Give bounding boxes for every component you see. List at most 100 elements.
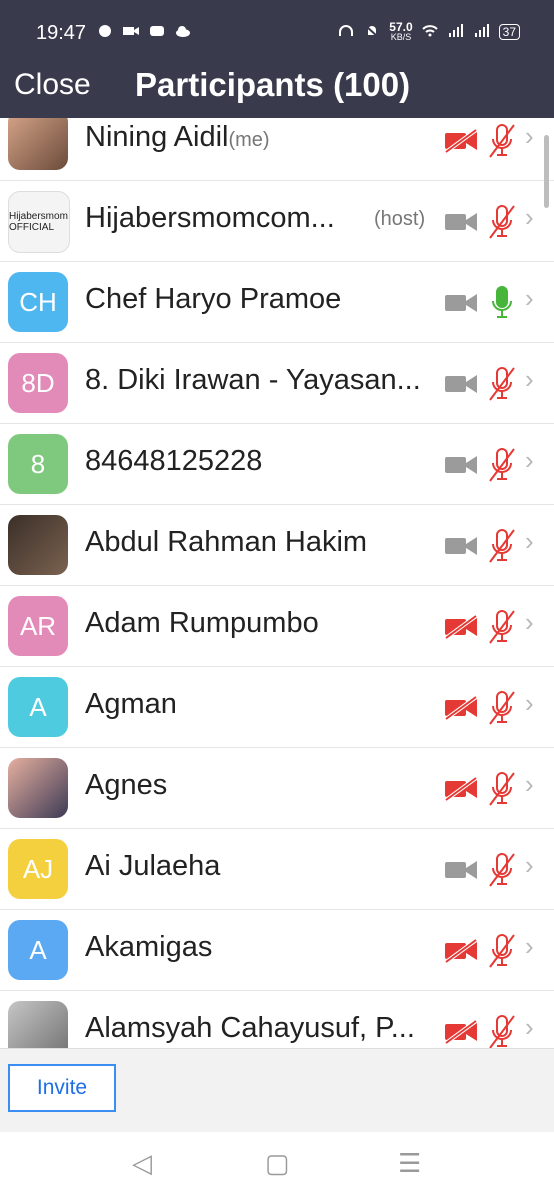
mute-bell-icon — [363, 24, 381, 41]
mic-muted-icon — [488, 528, 516, 569]
participant-row[interactable]: AJ Ai Julaeha › — [0, 828, 554, 910]
participant-row[interactable]: AR Adam Rumpumbo › — [0, 585, 554, 667]
chevron-right-icon[interactable]: › — [525, 931, 534, 962]
headphones-icon — [337, 24, 355, 41]
video-off-icon — [444, 614, 478, 644]
chevron-right-icon[interactable]: › — [525, 850, 534, 881]
avatar-photo — [8, 118, 68, 170]
video-on-icon — [444, 210, 478, 239]
avatar-initials: AJ — [8, 839, 68, 899]
participant-row[interactable]: CH Chef Haryo Pramoe › — [0, 261, 554, 343]
status-time: 19:47 — [36, 22, 87, 44]
media-status — [444, 447, 516, 488]
participant-name: 84648125228 — [85, 445, 262, 478]
chevron-right-icon[interactable]: › — [525, 445, 534, 476]
chevron-right-icon[interactable]: › — [525, 1012, 534, 1043]
avatar-photo — [8, 758, 68, 818]
menu-nav-icon[interactable]: ☰ — [398, 1148, 421, 1179]
chevron-right-icon[interactable]: › — [525, 121, 534, 152]
participant-name-text: Akamigas — [85, 931, 213, 963]
participant-row[interactable]: Hijabersmom OFFICIAL Hijabersmomcom... (ho… — [0, 180, 554, 262]
avatar-initials: CH — [8, 272, 68, 332]
home-nav-icon[interactable]: ▢ — [265, 1148, 290, 1179]
participant-name: Adam Rumpumbo — [85, 607, 319, 640]
avatar-logo: Hijabersmom OFFICIAL — [8, 191, 70, 253]
speed-value: 57.0 — [389, 20, 413, 34]
bottom-bar: Invite — [0, 1048, 554, 1133]
messenger-icon — [148, 24, 166, 43]
mic-muted-icon — [488, 447, 516, 488]
signal-icon-2 — [473, 23, 491, 41]
navigation-bar: ◁ ▢ ☰ — [0, 1132, 554, 1200]
video-off-icon — [444, 938, 478, 968]
participant-row[interactable]: A Agman › — [0, 666, 554, 748]
video-off-icon — [444, 1019, 478, 1048]
video-icon — [122, 24, 140, 43]
mic-muted-icon — [488, 933, 516, 974]
video-on-icon — [444, 291, 478, 320]
signal-icon — [447, 23, 465, 41]
participant-row[interactable]: Agnes › — [0, 747, 554, 829]
participant-name-text: Agman — [85, 688, 177, 720]
mic-muted-icon — [488, 366, 516, 407]
mic-muted-icon — [488, 852, 516, 893]
cloud-icon — [174, 24, 192, 43]
avatar-initials: 8D — [8, 353, 68, 413]
participant-row[interactable]: A Akamigas › — [0, 909, 554, 991]
avatar-photo — [8, 515, 68, 575]
wifi-icon — [421, 24, 439, 41]
participant-row[interactable]: 8 84648125228 › — [0, 423, 554, 505]
participant-name: Agnes — [85, 769, 167, 802]
chevron-right-icon[interactable]: › — [525, 364, 534, 395]
chevron-right-icon[interactable]: › — [525, 688, 534, 719]
participant-row[interactable]: 8D 8. Diki Irawan - Yayasan... › — [0, 342, 554, 424]
media-status — [444, 771, 516, 812]
participant-name-text: Adam Rumpumbo — [85, 607, 319, 639]
participant-row[interactable]: Nining Aidil(me) › — [0, 118, 554, 181]
media-status — [444, 123, 516, 164]
media-status — [444, 852, 516, 893]
battery-icon: 37 — [498, 24, 520, 40]
video-off-icon — [444, 776, 478, 806]
video-on-icon — [444, 453, 478, 482]
header: Close Participants (100) — [0, 66, 554, 118]
participant-name: Alamsyah Cahayusuf, P... — [85, 1012, 415, 1045]
page-title: Participants (100) — [135, 66, 411, 103]
avatar-initials: AR — [8, 596, 68, 656]
chevron-right-icon[interactable]: › — [525, 526, 534, 557]
status-left-icons — [96, 24, 192, 43]
participant-name-text: Hijabersmomcom... — [85, 202, 335, 234]
participant-name-text: 8. Diki Irawan - Yayasan... — [85, 364, 421, 396]
invite-button[interactable]: Invite — [8, 1064, 116, 1112]
participant-name: Chef Haryo Pramoe — [85, 283, 341, 316]
chevron-right-icon[interactable]: › — [525, 769, 534, 800]
participant-row[interactable]: Alamsyah Cahayusuf, P... › — [0, 990, 554, 1048]
mic-on-icon — [488, 285, 516, 326]
participant-list[interactable]: Nining Aidil(me) › Hijabersmom OFFICIAL Hij… — [0, 118, 554, 1048]
status-right-icons: 57.0 KB/S 37 — [337, 20, 520, 42]
mic-muted-icon — [488, 204, 516, 245]
back-nav-icon[interactable]: ◁ — [132, 1148, 152, 1179]
media-status — [444, 285, 516, 326]
close-button[interactable]: Close — [14, 66, 91, 104]
participant-name: Nining Aidil(me) — [85, 121, 270, 154]
avatar-initials: A — [8, 920, 68, 980]
network-speed: 57.0 KB/S — [389, 20, 413, 42]
media-status — [444, 528, 516, 569]
participant-name: 8. Diki Irawan - Yayasan... — [85, 364, 421, 397]
participant-name: Akamigas — [85, 931, 212, 964]
video-off-icon — [444, 695, 478, 725]
video-on-icon — [444, 534, 478, 563]
video-on-icon — [444, 858, 478, 887]
participant-row[interactable]: Abdul Rahman Hakim › — [0, 504, 554, 586]
chevron-right-icon[interactable]: › — [525, 607, 534, 638]
avatar-initials: 8 — [8, 434, 68, 494]
whatsapp-icon — [96, 24, 114, 43]
me-tag: (me) — [228, 129, 270, 151]
chevron-right-icon[interactable]: › — [525, 202, 534, 233]
scrollbar[interactable] — [544, 135, 549, 208]
mic-muted-icon — [488, 1014, 516, 1048]
avatar-photo — [8, 1001, 68, 1048]
video-on-icon — [444, 372, 478, 401]
chevron-right-icon[interactable]: › — [525, 283, 534, 314]
